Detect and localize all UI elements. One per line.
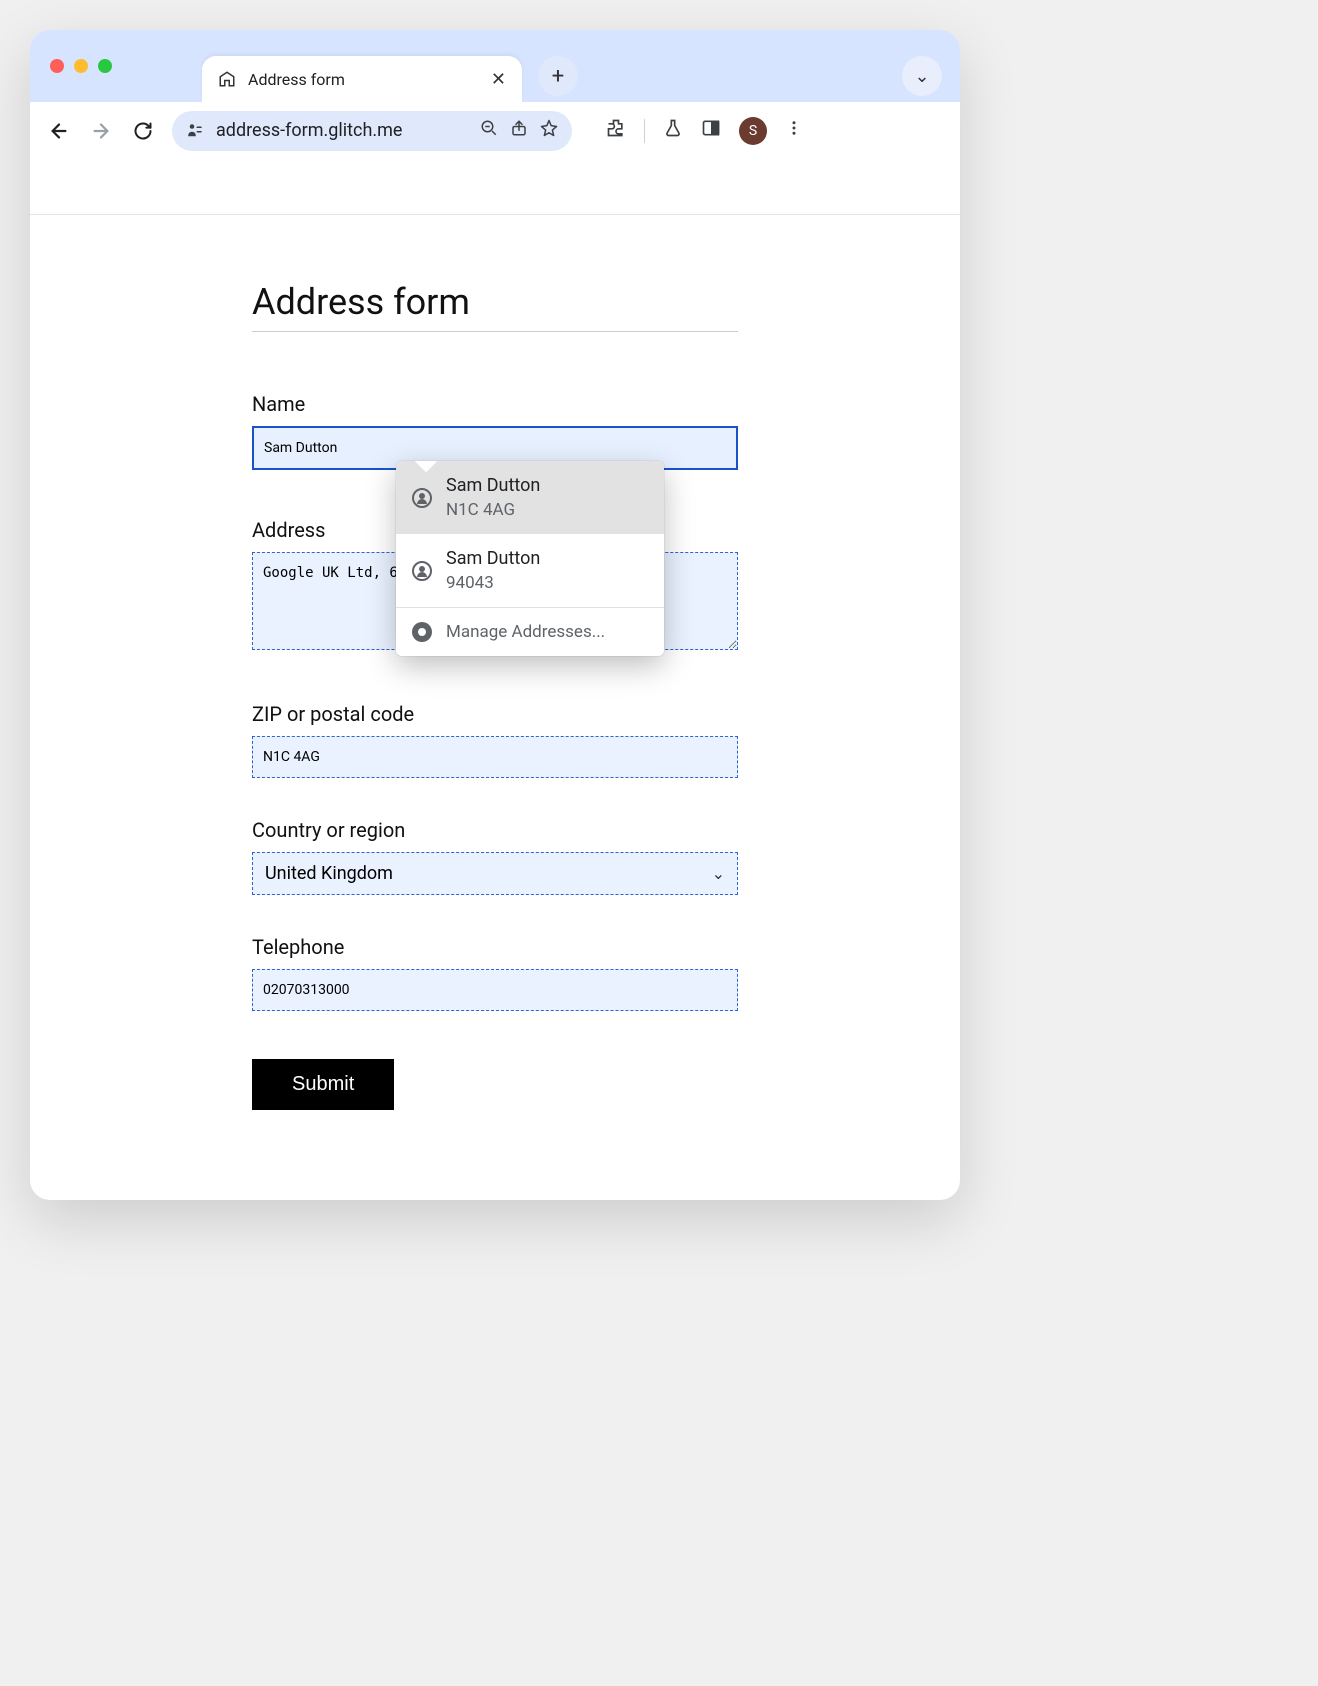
- submit-button[interactable]: Submit: [252, 1059, 394, 1110]
- window-zoom-button[interactable]: [98, 59, 112, 73]
- url-text: address-form.glitch.me: [216, 120, 402, 141]
- tabs-dropdown-button[interactable]: ⌄: [902, 56, 942, 96]
- chrome-icon: [412, 622, 432, 642]
- autofill-item-sub: 94043: [446, 573, 540, 593]
- browser-tab[interactable]: Address form ✕: [202, 56, 522, 102]
- tab-strip: Address form ✕ + ⌄: [30, 30, 960, 102]
- telephone-field-block: Telephone: [252, 935, 738, 1011]
- autofill-item-name: Sam Dutton: [446, 475, 540, 496]
- page-title: Address form: [252, 281, 738, 332]
- country-field-block: Country or region United Kingdom ⌄: [252, 818, 738, 895]
- autofill-dropdown: Sam Dutton N1C 4AG Sam Dutton 94043 Mana…: [396, 461, 664, 656]
- window-controls: [50, 59, 112, 73]
- tab-close-button[interactable]: ✕: [491, 69, 506, 90]
- content-divider: [30, 214, 960, 215]
- labs-icon[interactable]: [663, 118, 683, 143]
- window-close-button[interactable]: [50, 59, 64, 73]
- window-minimize-button[interactable]: [74, 59, 88, 73]
- tab-title: Address form: [248, 70, 479, 89]
- profile-avatar[interactable]: S: [739, 117, 767, 145]
- telephone-label: Telephone: [252, 935, 738, 959]
- country-value: United Kingdom: [265, 863, 393, 884]
- zip-input[interactable]: [252, 736, 738, 778]
- zoom-icon[interactable]: [480, 119, 498, 142]
- manage-addresses-label: Manage Addresses...: [446, 622, 605, 642]
- person-icon: [412, 561, 432, 581]
- new-tab-button[interactable]: +: [538, 56, 578, 96]
- browser-window: Address form ✕ + ⌄ address-form.glitch.m…: [30, 30, 960, 1200]
- country-label: Country or region: [252, 818, 738, 842]
- menu-kebab-icon[interactable]: [785, 119, 803, 142]
- chevron-down-icon: ⌄: [712, 864, 725, 883]
- autofill-item-name: Sam Dutton: [446, 548, 540, 569]
- tab-favicon-icon: [218, 70, 236, 88]
- bookmark-star-icon[interactable]: [540, 119, 558, 142]
- zip-label: ZIP or postal code: [252, 702, 738, 726]
- name-field-block: Name: [252, 392, 738, 470]
- share-icon[interactable]: [510, 119, 528, 142]
- page-content: Address form Name Address ZIP or postal …: [30, 281, 960, 1140]
- forward-button[interactable]: [88, 118, 114, 144]
- extensions-icon[interactable]: [606, 118, 626, 143]
- address-form: Address form Name Address ZIP or postal …: [252, 281, 738, 1110]
- person-icon: [412, 488, 432, 508]
- sidepanel-icon[interactable]: [701, 118, 721, 143]
- reload-button[interactable]: [130, 118, 156, 144]
- country-select[interactable]: United Kingdom ⌄: [252, 852, 738, 895]
- name-label: Name: [252, 392, 738, 416]
- autofill-item[interactable]: Sam Dutton 94043: [396, 534, 664, 607]
- zip-field-block: ZIP or postal code: [252, 702, 738, 778]
- site-info-icon[interactable]: [186, 122, 204, 140]
- autofill-item[interactable]: Sam Dutton N1C 4AG: [396, 461, 664, 534]
- toolbar-divider: [644, 119, 645, 143]
- manage-addresses-link[interactable]: Manage Addresses...: [396, 608, 664, 656]
- toolbar-right: S: [606, 117, 803, 145]
- telephone-input[interactable]: [252, 969, 738, 1011]
- back-button[interactable]: [46, 118, 72, 144]
- address-bar[interactable]: address-form.glitch.me: [172, 111, 572, 151]
- browser-toolbar: address-form.glitch.me S: [30, 102, 960, 160]
- autofill-item-sub: N1C 4AG: [446, 500, 540, 520]
